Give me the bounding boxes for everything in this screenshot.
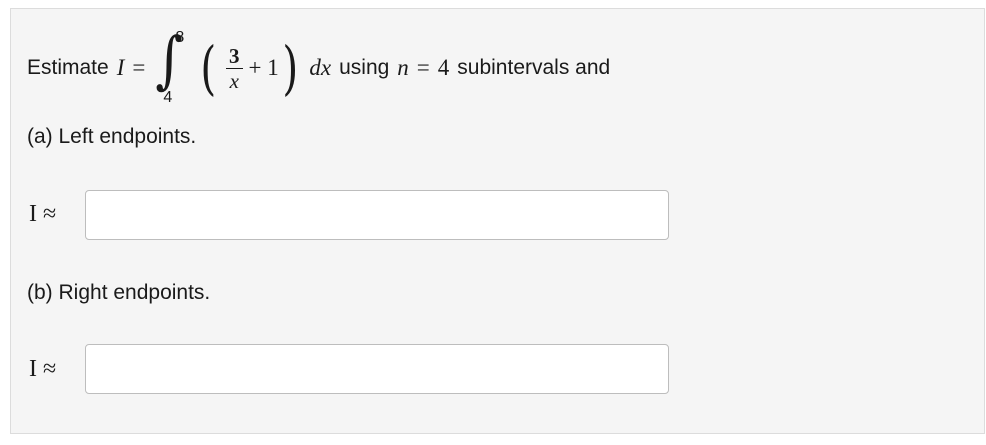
question-prompt: Estimate I = ∫ 8 4 ( 3 x + 1 ) dx using …: [27, 23, 610, 113]
part-b-approx-label: I ≈: [29, 356, 57, 382]
n-equals: =: [416, 55, 430, 80]
part-b-answer-input[interactable]: [85, 344, 669, 394]
part-a-approx-label: I ≈: [29, 201, 57, 227]
upper-limit: 8: [175, 29, 185, 46]
right-paren: ): [282, 34, 298, 102]
n-variable: n: [397, 55, 409, 80]
fraction: 3 x: [226, 44, 243, 93]
part-a-answer-input[interactable]: [85, 190, 669, 240]
part-a-label: (a) Left endpoints.: [27, 125, 197, 148]
left-paren: (: [200, 34, 217, 102]
suffix-text: subintervals and: [457, 56, 611, 79]
n-value: 4: [437, 55, 450, 80]
fraction-denominator: x: [229, 68, 239, 93]
using-text: using: [339, 56, 390, 79]
fraction-numerator: 3: [226, 44, 243, 69]
integral-variable: I: [116, 55, 125, 80]
lower-limit: 4: [163, 89, 173, 106]
equals-sign: =: [132, 55, 146, 80]
part-b-label: (b) Right endpoints.: [27, 281, 211, 304]
question-panel: Estimate I = ∫ 8 4 ( 3 x + 1 ) dx using …: [10, 8, 985, 434]
plus-one: + 1: [248, 55, 279, 80]
dx: dx: [309, 55, 332, 80]
estimate-label: Estimate: [27, 56, 109, 79]
integral-sign: ∫ 8 4: [155, 23, 185, 107]
